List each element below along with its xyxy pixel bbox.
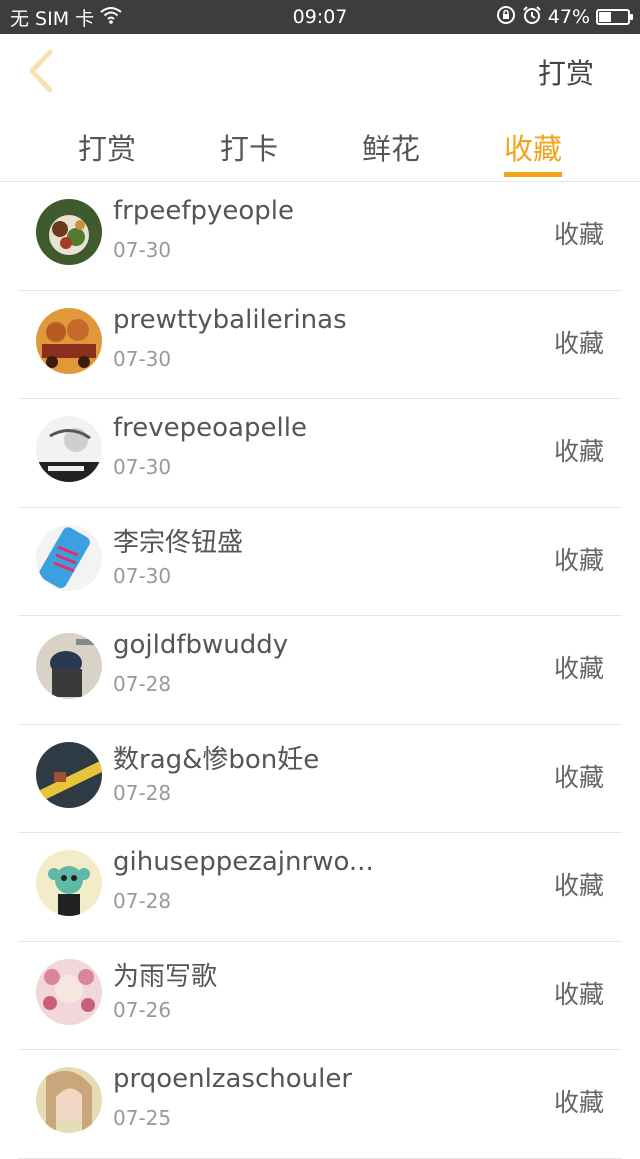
back-button[interactable] — [22, 48, 62, 94]
item-name: frevepeoapelle — [113, 413, 307, 443]
avatar[interactable] — [36, 307, 102, 374]
item-date: 07-26 — [113, 997, 172, 1022]
item-date: 07-28 — [113, 780, 172, 805]
chevron-left-icon — [29, 49, 53, 93]
header: 打赏 — [0, 34, 640, 108]
list-item[interactable]: 李宗佟钮盛 07-30 收藏 — [18, 508, 622, 616]
item-name: gojldfbwuddy — [113, 630, 289, 660]
item-action: 收藏 — [553, 437, 604, 466]
status-right: 47% — [496, 5, 633, 30]
avatar[interactable] — [36, 958, 102, 1025]
screen-lock-rotation-icon — [496, 5, 516, 30]
tab-underline — [504, 172, 562, 177]
tab-tip[interactable]: 打赏 — [52, 126, 162, 168]
avatar[interactable] — [36, 850, 102, 916]
item-action: 收藏 — [553, 762, 604, 792]
item-action: 收藏 — [553, 979, 604, 1009]
avatar[interactable] — [36, 633, 102, 699]
item-date: 07-30 — [113, 563, 172, 588]
list-item[interactable]: gihuseppezajnrwo... 07-28 收藏 — [18, 833, 622, 942]
list-item[interactable]: 为雨写歌 07-26 收藏 — [18, 942, 622, 1050]
avatar[interactable] — [36, 741, 102, 808]
list-item[interactable]: prqoenlzaschouler 07-25 收藏 — [18, 1050, 622, 1159]
item-action: 收藏 — [553, 871, 604, 900]
battery-percent: 47% — [547, 6, 590, 28]
item-name: frpeefpyeople — [113, 196, 295, 226]
avatar[interactable] — [36, 416, 102, 482]
item-name: 数rag&惨bon妊e — [113, 744, 320, 775]
item-name: prewttybalilerinas — [113, 304, 347, 335]
tip-button[interactable]: 打赏 — [538, 52, 594, 92]
tab-label: 打赏 — [77, 132, 136, 166]
alarm-icon — [522, 5, 542, 30]
favorites-list: frpeefpyeople 07-30 收藏 prewttybalilerina… — [0, 182, 640, 1159]
item-date: 07-28 — [113, 889, 172, 913]
item-name: gihuseppezajnrwo... — [113, 847, 374, 877]
wifi-icon — [100, 6, 122, 29]
tab-bar: 打赏 打卡 鲜花 收藏 — [0, 108, 640, 182]
item-date: 07-30 — [113, 346, 172, 371]
list-item[interactable]: frevepeoapelle 07-30 收藏 — [18, 399, 622, 508]
item-date: 07-30 — [113, 238, 172, 262]
item-action: 收藏 — [553, 1088, 604, 1117]
avatar[interactable] — [36, 199, 102, 265]
list-item[interactable]: 数rag&惨bon妊e 07-28 收藏 — [18, 725, 622, 833]
status-left: 无 SIM 卡 — [10, 4, 122, 31]
item-action: 收藏 — [553, 545, 604, 575]
tab-flowers[interactable]: 鲜花 — [336, 126, 446, 168]
battery-icon — [596, 9, 633, 25]
item-date: 07-28 — [113, 672, 172, 696]
status-bar: 无 SIM 卡 09:07 47% — [0, 0, 640, 34]
item-name: prqoenlzaschouler — [113, 1064, 353, 1094]
avatar[interactable] — [36, 524, 102, 591]
tab-favorites[interactable]: 收藏 — [478, 126, 588, 177]
tab-label: 收藏 — [503, 132, 562, 166]
avatar[interactable] — [36, 1067, 102, 1133]
item-date: 07-25 — [113, 1106, 172, 1130]
list-item[interactable]: gojldfbwuddy 07-28 收藏 — [18, 616, 622, 725]
tab-label: 鲜花 — [361, 132, 420, 166]
tab-checkin[interactable]: 打卡 — [194, 126, 304, 168]
list-item[interactable]: frpeefpyeople 07-30 收藏 — [18, 182, 622, 291]
item-action: 收藏 — [553, 220, 604, 249]
item-action: 收藏 — [553, 654, 604, 683]
carrier-label: 无 SIM 卡 — [10, 7, 95, 30]
item-name: 为雨写歌 — [113, 961, 218, 992]
tab-label: 打卡 — [219, 132, 278, 166]
item-date: 07-30 — [113, 455, 172, 479]
list-item[interactable]: prewttybalilerinas 07-30 收藏 — [18, 291, 622, 399]
item-name: 李宗佟钮盛 — [113, 527, 244, 558]
item-action: 收藏 — [553, 328, 604, 358]
